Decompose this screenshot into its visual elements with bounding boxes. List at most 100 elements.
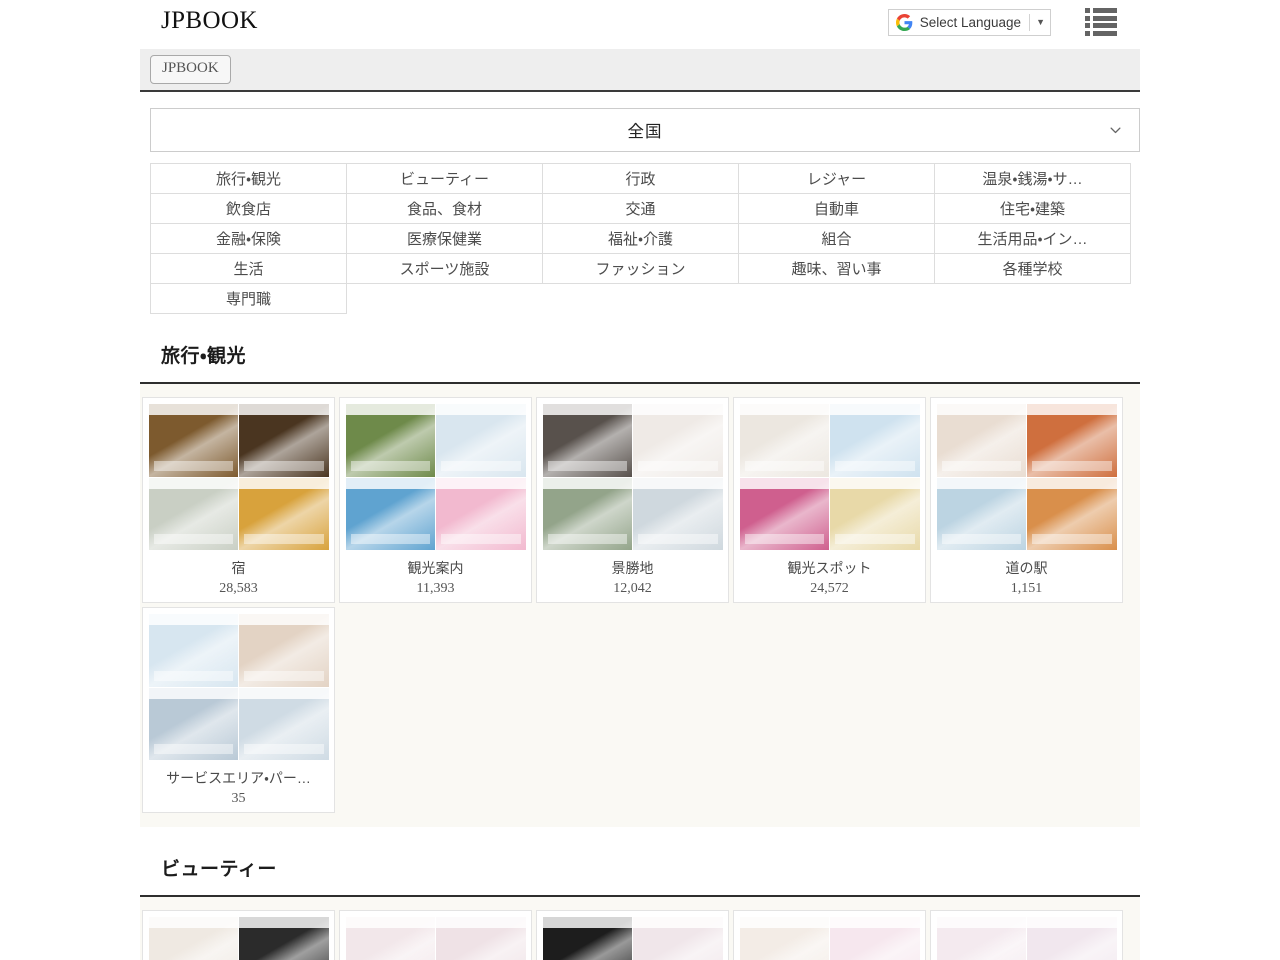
breadcrumb-item-home[interactable]: JPBOOK — [150, 55, 231, 83]
thumbnail-tile — [239, 688, 329, 761]
category-cell[interactable]: 旅行・観光 — [151, 164, 347, 194]
card-thumbnail — [543, 404, 723, 550]
subcategory-card[interactable] — [536, 910, 729, 960]
category-cell[interactable]: スポーツ施設 — [347, 254, 543, 284]
category-cell[interactable]: 食品、食材 — [347, 194, 543, 224]
category-cell[interactable]: 趣味、習い事 — [739, 254, 935, 284]
category-row: 生活スポーツ施設ファッション趣味、習い事各種学校 — [151, 254, 1131, 284]
translate-label: Select Language — [920, 15, 1021, 30]
thumbnail-tile — [346, 404, 436, 477]
thumbnail-tile — [830, 917, 920, 960]
menu-bar — [1093, 31, 1117, 36]
category-table: 旅行・観光ビューティー行政レジャー温泉・銭湯・サ…飲食店食品、食材交通自動車住宅… — [150, 163, 1131, 314]
header-right-tools: Select Language ▼ — [888, 7, 1117, 37]
thumbnail-tile — [149, 614, 239, 687]
thumbnail-tile — [830, 478, 920, 551]
category-cell[interactable]: 行政 — [543, 164, 739, 194]
category-cell[interactable]: 金融・保険 — [151, 224, 347, 254]
thumbnail-tile — [346, 478, 436, 551]
page-root: JPBOOK Select Language ▼ — [0, 0, 1280, 960]
card-count: 28,583 — [219, 581, 258, 597]
card-thumbnail — [149, 614, 329, 760]
menu-row — [1085, 31, 1117, 36]
menu-bullet — [1085, 31, 1090, 36]
thumbnail-tile — [1027, 917, 1117, 960]
subcategory-card[interactable] — [733, 910, 926, 960]
thumbnail-tile — [239, 614, 329, 687]
category-cell[interactable]: 生活用品・イン… — [935, 224, 1131, 254]
thumbnail-tile — [633, 404, 723, 477]
card-thumbnail — [346, 917, 526, 960]
category-cell[interactable]: 組合 — [739, 224, 935, 254]
thumbnail-tile — [937, 478, 1027, 551]
card-thumbnail — [740, 404, 920, 550]
thumbnail-tile — [149, 478, 239, 551]
card-count: 12,042 — [613, 581, 652, 597]
category-cell[interactable]: レジャー — [739, 164, 935, 194]
subcategory-card[interactable] — [930, 910, 1123, 960]
card-count: 1,151 — [1011, 581, 1043, 597]
category-cell[interactable]: 交通 — [543, 194, 739, 224]
category-cell[interactable]: 各種学校 — [935, 254, 1131, 284]
region-select-value: 全国 — [628, 118, 663, 142]
subcategory-card[interactable]: 観光スポット 24,572 — [733, 397, 926, 603]
category-cell[interactable]: 医療保健業 — [347, 224, 543, 254]
category-row: 旅行・観光ビューティー行政レジャー温泉・銭湯・サ… — [151, 164, 1131, 194]
thumbnail-tile — [1027, 404, 1117, 477]
category-cell[interactable]: ファッション — [543, 254, 739, 284]
thumbnail-tile — [937, 917, 1027, 960]
chevron-down-icon[interactable]: ▼ — [1036, 18, 1045, 27]
menu-row — [1085, 23, 1117, 28]
card-thumbnail — [937, 404, 1117, 550]
card-thumbnail — [346, 404, 526, 550]
subcategory-card[interactable]: 景勝地12,042 — [536, 397, 729, 603]
card-thumbnail — [149, 404, 329, 550]
subcategory-card[interactable]: 道の駅1,151 — [930, 397, 1123, 603]
site-header: JPBOOK Select Language ▼ — [0, 0, 1280, 49]
menu-row — [1085, 8, 1117, 13]
card-grid: 宿28,583観光案内11,393景勝地12,042 観光スポット 24,572 道の… — [140, 384, 1140, 827]
thumbnail-tile — [1027, 478, 1117, 551]
category-table-wrap: 旅行・観光ビューティー行政レジャー温泉・銭湯・サ…飲食店食品、食材交通自動車住宅… — [0, 152, 1280, 314]
category-cell[interactable]: 専門職 — [151, 284, 347, 314]
category-cell[interactable]: 福祉・介護 — [543, 224, 739, 254]
category-cell[interactable]: 温泉・銭湯・サ… — [935, 164, 1131, 194]
category-cell[interactable]: 飲食店 — [151, 194, 347, 224]
category-row: 金融・保険医療保健業福祉・介護組合生活用品・イン… — [151, 224, 1131, 254]
card-label: 観光スポット — [788, 558, 872, 578]
thumbnail-tile — [543, 478, 633, 551]
thumbnail-tile — [740, 917, 830, 960]
category-cell[interactable]: 自動車 — [739, 194, 935, 224]
category-table-body: 旅行・観光ビューティー行政レジャー温泉・銭湯・サ…飲食店食品、食材交通自動車住宅… — [151, 164, 1131, 314]
subcategory-card[interactable] — [339, 910, 532, 960]
section-title: 旅行・観光 — [140, 314, 1140, 382]
menu-bar — [1093, 23, 1117, 28]
subcategory-card[interactable]: サービスエリア・パー…35 — [142, 607, 335, 813]
thumbnail-tile — [149, 404, 239, 477]
thumbnail-tile — [543, 404, 633, 477]
list-menu-icon[interactable] — [1085, 7, 1117, 37]
thumbnail-tile — [239, 917, 329, 960]
translate-divider — [1029, 14, 1030, 31]
subcategory-card[interactable]: 宿28,583 — [142, 397, 335, 603]
category-cell[interactable]: ビューティー — [347, 164, 543, 194]
thumbnail-tile — [543, 917, 633, 960]
subcategory-card[interactable]: 観光案内11,393 — [339, 397, 532, 603]
card-thumbnail — [937, 917, 1117, 960]
card-count: 24,572 — [810, 581, 849, 597]
menu-bar — [1093, 8, 1117, 13]
chevron-down-icon — [1108, 123, 1123, 138]
google-translate-widget[interactable]: Select Language ▼ — [888, 9, 1051, 36]
thumbnail-tile — [346, 917, 436, 960]
card-label: サービスエリア・パー… — [166, 768, 311, 788]
menu-bullet — [1085, 16, 1090, 21]
site-logo[interactable]: JPBOOK — [161, 5, 258, 37]
thumbnail-tile — [239, 404, 329, 477]
card-thumbnail — [543, 917, 723, 960]
category-cell[interactable]: 生活 — [151, 254, 347, 284]
region-select[interactable]: 全国 — [150, 108, 1140, 152]
subcategory-card[interactable] — [142, 910, 335, 960]
category-row: 飲食店食品、食材交通自動車住宅・建築 — [151, 194, 1131, 224]
thumbnail-tile — [830, 404, 920, 477]
category-cell[interactable]: 住宅・建築 — [935, 194, 1131, 224]
